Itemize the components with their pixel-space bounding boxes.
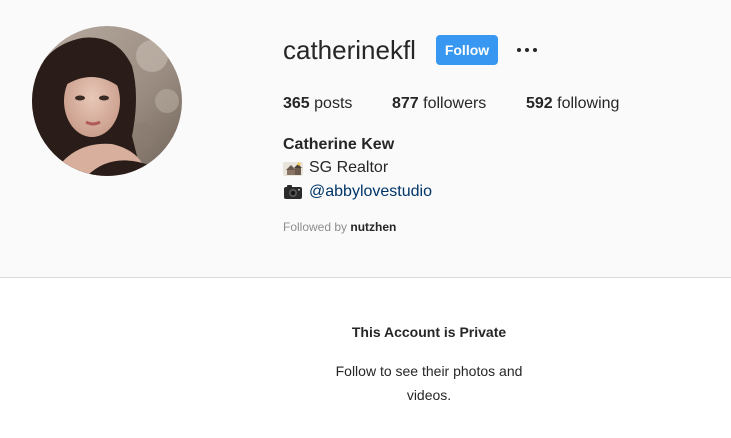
options-dot bbox=[533, 48, 537, 52]
follow-button[interactable]: Follow bbox=[436, 35, 498, 65]
more-options-icon[interactable] bbox=[512, 40, 542, 60]
followed-by-user-link[interactable]: nutzhen bbox=[350, 220, 396, 234]
camera-emoji-icon bbox=[283, 184, 303, 200]
options-dot bbox=[525, 48, 529, 52]
following-number: 592 bbox=[526, 95, 553, 112]
profile-header: catherinekfl Follow 365 posts 877 follow… bbox=[0, 0, 731, 278]
bio-realtor-text: SG Realtor bbox=[309, 159, 389, 176]
bio-line-realtor: SG Realtor bbox=[283, 158, 388, 178]
posts-label: posts bbox=[314, 95, 353, 112]
house-emoji-icon bbox=[283, 160, 303, 176]
followers-label: followers bbox=[423, 95, 487, 112]
following-label: following bbox=[557, 95, 620, 112]
posts-number: 365 bbox=[283, 95, 310, 112]
options-dot bbox=[517, 48, 521, 52]
bio-studio-link[interactable]: @abbylovestudio bbox=[309, 182, 432, 202]
followers-number: 877 bbox=[392, 95, 419, 112]
followers-link[interactable]: 877 followers bbox=[392, 94, 486, 114]
profile-username: catherinekfl bbox=[283, 35, 416, 65]
avatar-image bbox=[32, 26, 182, 176]
bio-line-studio: @abbylovestudio bbox=[283, 182, 432, 202]
profile-avatar[interactable] bbox=[32, 26, 182, 176]
posts-count: 365 posts bbox=[283, 94, 352, 114]
followed-by: Followed by nutzhen bbox=[283, 219, 396, 235]
followed-by-prefix: Followed by bbox=[283, 220, 348, 234]
following-link[interactable]: 592 following bbox=[526, 94, 619, 114]
private-account-title: This Account is Private bbox=[351, 324, 507, 340]
private-account-subtitle: Follow to see their photos and videos. bbox=[335, 363, 523, 403]
profile-full-name: Catherine Kew bbox=[283, 136, 395, 153]
